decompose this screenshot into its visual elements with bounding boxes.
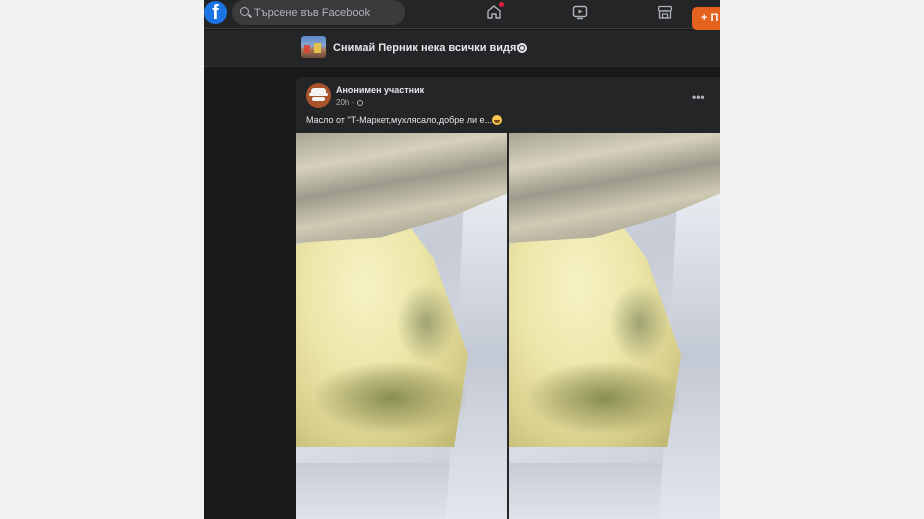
video-icon[interactable] xyxy=(572,4,588,20)
facebook-logo-icon[interactable]: f xyxy=(204,1,227,24)
post-options-button[interactable]: ••• xyxy=(692,90,705,104)
mold-patch xyxy=(609,283,669,363)
anonymous-avatar-icon[interactable] xyxy=(306,83,331,108)
post-photo-1[interactable] xyxy=(296,133,507,519)
group-title[interactable]: Снимай Перник нека всички видят! xyxy=(333,42,525,54)
post-photo-2[interactable] xyxy=(509,133,720,519)
notification-dot xyxy=(499,2,504,7)
privacy-globe-icon xyxy=(357,100,364,106)
mold-patch xyxy=(529,363,679,433)
post-meta: 20h · xyxy=(336,98,364,107)
group-header: Снимай Перник нека всички видят! xyxy=(204,30,720,67)
join-group-button[interactable]: + П xyxy=(692,7,720,30)
home-icon[interactable] xyxy=(486,2,504,20)
search-icon xyxy=(240,7,249,16)
post-caption: Масло от "Т-Маркет,мухлясало,добре ли е.… xyxy=(306,115,503,125)
top-navbar: f xyxy=(204,0,720,29)
post-time[interactable]: 20h · xyxy=(336,98,354,107)
group-cover-thumbnail[interactable] xyxy=(301,36,326,58)
post-caption-text: Масло от "Т-Маркет,мухлясало,добре ли е.… xyxy=(306,115,493,125)
page: f Снимай Перник нека всички видят! + П xyxy=(0,0,924,519)
mold-patch xyxy=(316,363,466,433)
search-input[interactable] xyxy=(254,4,399,21)
avatar-brim xyxy=(309,93,328,96)
post-author[interactable]: Анонимен участник xyxy=(336,85,424,95)
search-box[interactable] xyxy=(232,0,405,25)
post-card: Анонимен участник 20h · ••• Масло от "Т-… xyxy=(296,77,720,519)
mold-patch xyxy=(396,283,456,363)
public-globe-icon xyxy=(517,43,527,53)
facebook-window: f Снимай Перник нека всички видят! + П xyxy=(204,0,720,519)
avatar-glasses xyxy=(312,97,325,101)
marketplace-icon[interactable] xyxy=(657,4,673,20)
grinning-emoji-icon xyxy=(492,115,503,125)
